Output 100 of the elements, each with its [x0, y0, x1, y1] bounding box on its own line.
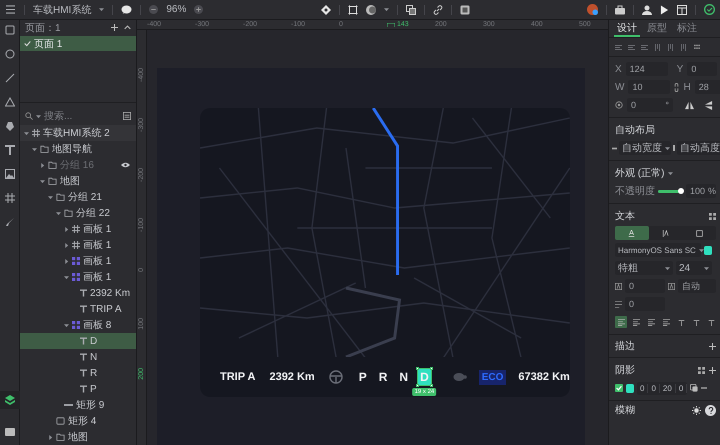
y-field[interactable]: 0 — [687, 62, 718, 76]
collapse-all-icon[interactable] — [123, 112, 131, 120]
collapse-icon[interactable] — [124, 24, 131, 32]
user-icon[interactable] — [642, 4, 652, 14]
align-icon[interactable] — [654, 44, 661, 50]
caret-icon[interactable] — [698, 248, 704, 252]
caret-icon[interactable] — [64, 226, 69, 232]
layer-item[interactable]: 车载HMI系统 2 — [20, 125, 136, 142]
shadow-checkbox[interactable] — [615, 384, 623, 392]
boolean-icon[interactable] — [406, 4, 416, 14]
plus-icon[interactable] — [111, 24, 118, 32]
layer-item[interactable]: R — [20, 365, 136, 382]
text-color-swatch[interactable] — [704, 246, 712, 254]
check-circle-icon[interactable] — [704, 4, 716, 15]
rectangle-tool-icon[interactable] — [4, 25, 14, 35]
briefcase-icon[interactable] — [615, 4, 626, 14]
plus-icon[interactable] — [709, 342, 716, 350]
width-field[interactable]: 10 — [628, 80, 670, 94]
caret-icon[interactable] — [704, 266, 709, 270]
triangle-tool-icon[interactable] — [4, 97, 14, 107]
caret-icon[interactable] — [24, 130, 29, 136]
width-mode-select[interactable]: 自动宽度 — [619, 141, 671, 155]
paragraph-spacing-field[interactable]: 0 — [625, 297, 665, 311]
text-tool-icon[interactable] — [4, 145, 14, 155]
layer-item[interactable]: 画板 8 — [20, 317, 136, 334]
frame-tool-icon[interactable] — [4, 193, 14, 203]
layer-item[interactable]: 2392 Km — [20, 285, 136, 302]
shadow-value[interactable]: 20 — [660, 384, 676, 392]
line-height-field[interactable]: 自动 — [678, 279, 716, 293]
layer-item[interactable]: N — [20, 349, 136, 366]
align-icon[interactable] — [680, 44, 687, 50]
sun-icon[interactable] — [692, 406, 701, 414]
align-icon[interactable] — [641, 44, 648, 50]
shadow-value[interactable]: 0 — [676, 384, 688, 392]
layer-item[interactable]: 画板 1 — [20, 221, 136, 238]
caret-icon[interactable] — [32, 146, 37, 152]
pen-tool-icon[interactable] — [4, 121, 14, 131]
ellipse-tool-icon[interactable] — [4, 49, 14, 59]
chat-icon[interactable] — [121, 4, 132, 14]
caret-icon[interactable] — [384, 7, 389, 12]
height-field[interactable]: 28 — [694, 80, 720, 94]
link-icon[interactable] — [674, 82, 680, 92]
distribute-icon[interactable] — [693, 44, 701, 50]
component-icon[interactable] — [320, 4, 331, 14]
height-mode-select[interactable]: 自动高度 — [677, 141, 720, 155]
caret-icon[interactable] — [36, 114, 41, 119]
layers-button[interactable] — [0, 391, 20, 409]
layer-item[interactable]: 画板 1 — [20, 269, 136, 286]
mask-icon[interactable] — [366, 4, 376, 14]
page-item[interactable]: 页面 1 — [20, 36, 136, 52]
align-icon[interactable] — [615, 44, 622, 50]
flip-vertical-icon[interactable] — [704, 100, 713, 110]
opacity-field[interactable]: 100 % — [686, 184, 716, 198]
layer-item[interactable]: TRIP A — [20, 301, 136, 318]
font-select[interactable]: HarmonyOS Sans SC — [615, 243, 701, 257]
layer-item[interactable]: 分组 21 — [20, 189, 136, 206]
section-title[interactable]: 外观 (正常) — [615, 166, 664, 180]
menu-icon[interactable] — [5, 5, 16, 14]
shadow-value[interactable]: 0 — [637, 384, 648, 392]
grid-icon[interactable] — [709, 212, 716, 220]
align-icon[interactable] — [667, 44, 674, 50]
letter-spacing-field[interactable]: 0 — [625, 279, 665, 293]
grid-icon[interactable] — [698, 366, 705, 374]
help-button[interactable] — [705, 404, 716, 416]
caret-icon[interactable] — [668, 170, 674, 176]
x-field[interactable]: 124 — [626, 62, 668, 76]
rotation-field[interactable]: 0 ° — [627, 98, 673, 112]
zoom-level[interactable]: 96% — [166, 4, 186, 15]
caret-icon[interactable] — [64, 322, 69, 328]
text-align-button[interactable] — [615, 316, 627, 328]
layer-item[interactable]: P — [20, 381, 136, 398]
shadow-color-swatch[interactable] — [626, 384, 634, 392]
search-field[interactable]: 搜索... — [44, 110, 120, 122]
layer-item[interactable]: 矩形 9 — [20, 397, 136, 414]
align-icon[interactable] — [628, 44, 635, 50]
caret-icon[interactable] — [665, 266, 670, 270]
line-tool-icon[interactable] — [4, 73, 14, 83]
zoom-in-icon[interactable] — [194, 5, 204, 14]
layer-item[interactable]: 地图 — [20, 429, 136, 445]
layer-item[interactable]: 地图 — [20, 173, 136, 190]
caret-icon[interactable] — [64, 274, 69, 280]
font-weight-select[interactable]: 特粗 — [615, 261, 673, 275]
caret-icon[interactable] — [56, 210, 61, 216]
shadow-value[interactable]: 0 — [648, 384, 660, 392]
font-size-select[interactable]: 24 — [676, 261, 712, 275]
frame-icon[interactable] — [348, 4, 358, 14]
layer-item[interactable]: 画板 1 — [20, 253, 136, 270]
caret-icon[interactable] — [48, 434, 53, 440]
layout-icon[interactable] — [677, 4, 688, 14]
caret-icon[interactable] — [99, 7, 104, 12]
zoom-out-icon[interactable] — [149, 5, 158, 14]
play-icon[interactable] — [660, 4, 670, 14]
inspector-tab[interactable]: 原型 — [644, 20, 670, 37]
image-tool-icon[interactable] — [4, 169, 14, 179]
inspector-tab[interactable]: 设计 — [614, 20, 640, 37]
square-icon[interactable] — [460, 4, 470, 14]
layer-item[interactable]: D — [20, 333, 136, 350]
caret-icon[interactable] — [64, 242, 69, 248]
eye-icon[interactable] — [121, 162, 130, 168]
plus-icon[interactable] — [709, 366, 716, 374]
